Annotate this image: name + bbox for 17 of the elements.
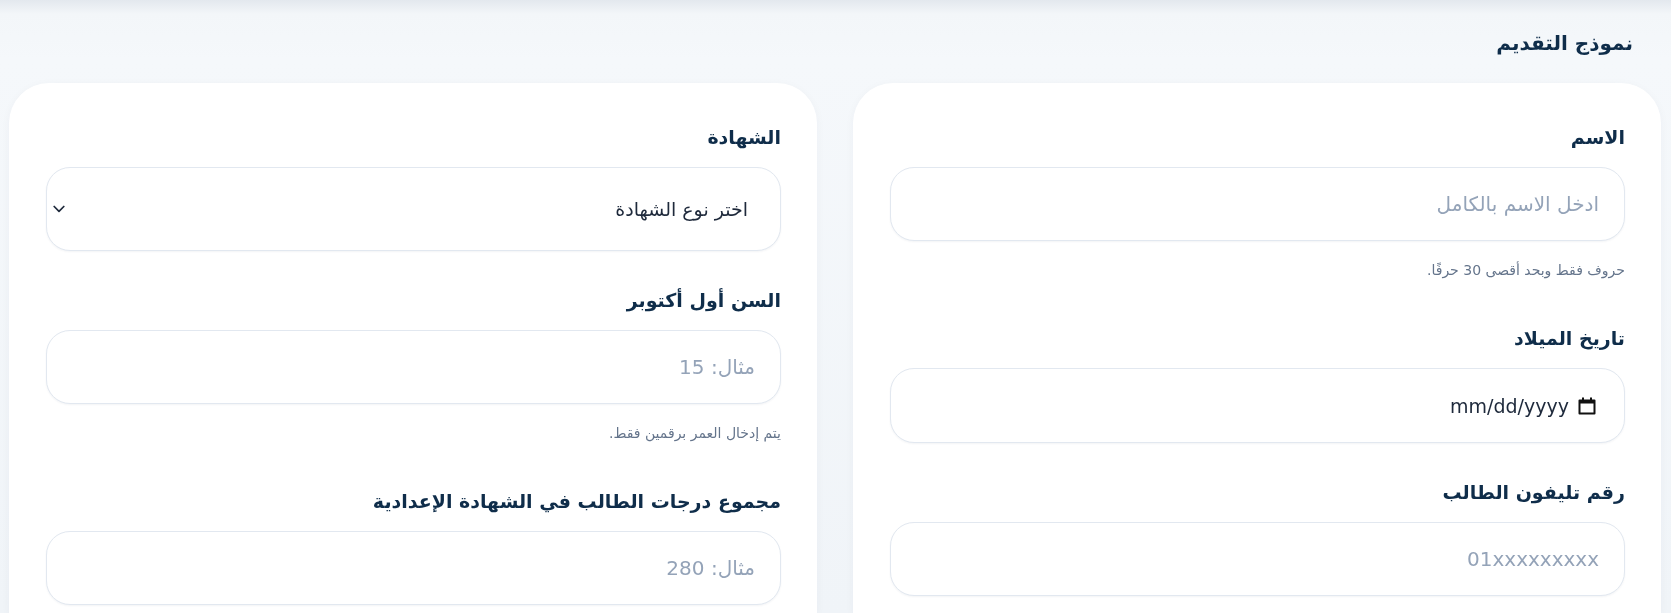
page-title: نموذج التقديم bbox=[1496, 30, 1633, 57]
field-label: الشهادة bbox=[707, 125, 781, 151]
input-field[interactable]: ادخل الاسم بالكامل bbox=[890, 167, 1625, 241]
field-label: مجموع درجات الطالب في الشهادة الإعدادية bbox=[372, 489, 781, 515]
input-field[interactable]: مثال: 15 bbox=[46, 330, 781, 404]
hint-text: يتم إدخال العمر برقمين فقط. bbox=[609, 424, 781, 442]
date-field[interactable]: mm/dd/yyyy bbox=[890, 368, 1625, 443]
field-label: الاسم bbox=[1570, 125, 1625, 150]
field-label: السن أول أكتوبر bbox=[626, 287, 781, 314]
input-field[interactable]: 01xxxxxxxxx bbox=[890, 522, 1625, 596]
input-field[interactable]: مثال: 280 bbox=[46, 531, 781, 605]
field-label: رقم تليفون الطالب bbox=[1442, 480, 1625, 506]
chevron-down-icon bbox=[53, 205, 65, 213]
hint-text: حروف فقط وبحد أقصى 30 حرفًا. bbox=[1426, 261, 1625, 279]
field-label: تاريخ الميلاد bbox=[1514, 326, 1625, 352]
select-field[interactable]: اختر نوع الشهادة bbox=[46, 167, 781, 251]
calendar-icon[interactable] bbox=[1578, 396, 1596, 415]
